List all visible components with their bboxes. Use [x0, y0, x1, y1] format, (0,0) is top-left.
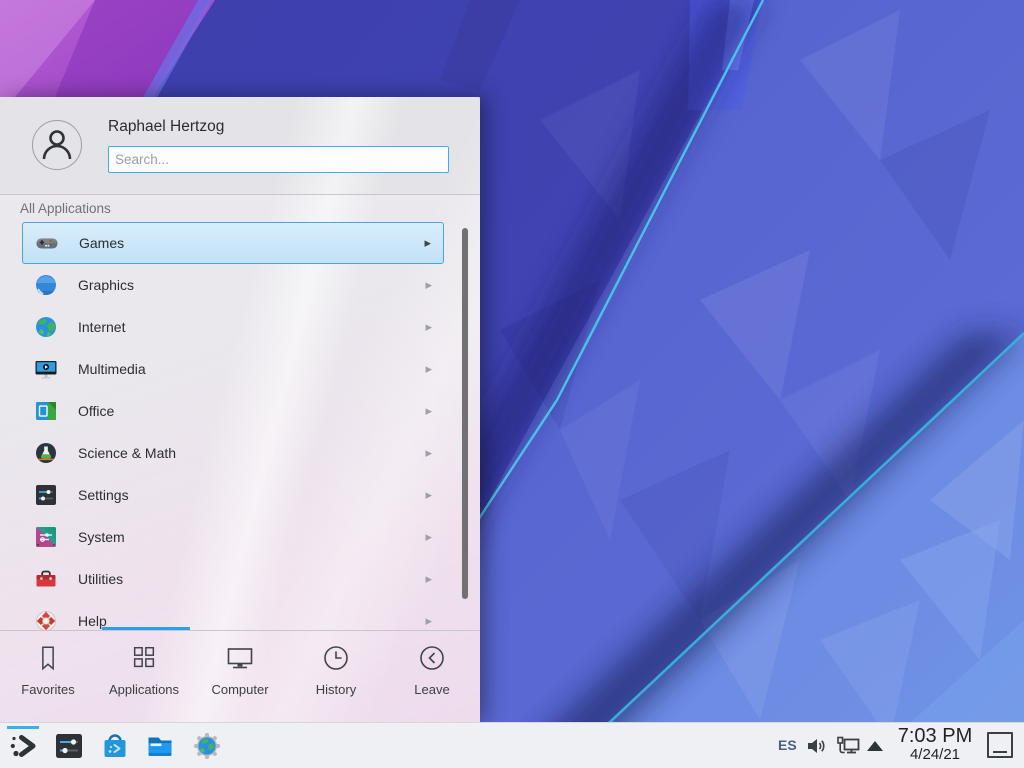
history-icon [321, 643, 351, 673]
science-icon [34, 441, 58, 465]
tab-history[interactable]: History [288, 631, 384, 722]
show-desktop-button[interactable] [987, 732, 1013, 758]
discover-icon[interactable] [100, 731, 130, 761]
utilities-icon [34, 567, 58, 591]
category-utilities[interactable]: Utilities ▸ [22, 558, 444, 600]
internet-icon [34, 315, 58, 339]
show-desktop-glyph [993, 751, 1007, 753]
submenu-arrow-icon: ▸ [425, 319, 432, 335]
category-settings[interactable]: Settings ▸ [22, 474, 444, 516]
web-browser-icon[interactable] [192, 731, 222, 761]
tab-label: Favorites [21, 682, 74, 697]
app-launcher-icon[interactable] [8, 731, 38, 761]
multimedia-icon [34, 357, 58, 381]
submenu-arrow-icon: ▸ [425, 529, 432, 545]
digital-clock[interactable]: 7:03 PM 4/24/21 [885, 725, 985, 764]
category-label: Settings [78, 487, 425, 503]
category-label: Utilities [78, 571, 425, 587]
user-name: Raphael Hertzog [108, 118, 224, 136]
help-icon [34, 609, 58, 630]
taskbar: ES 7:03 PM 4/24/21 [0, 722, 1024, 768]
category-label: Office [78, 403, 425, 419]
applications-icon [130, 643, 158, 673]
search-input[interactable] [108, 146, 449, 173]
tab-computer[interactable]: Computer [192, 631, 288, 722]
tab-applications[interactable]: Applications [96, 631, 192, 722]
tab-favorites[interactable]: Favorites [0, 631, 96, 722]
category-multimedia[interactable]: Multimedia ▸ [22, 348, 444, 390]
leave-icon [417, 643, 447, 673]
category-label: Multimedia [78, 361, 425, 377]
category-label: Internet [78, 319, 425, 335]
submenu-arrow-icon: ▸ [425, 361, 432, 377]
computer-icon [225, 643, 255, 673]
user-icon [33, 121, 81, 169]
category-label: Games [79, 235, 424, 251]
desktop: Raphael Hertzog All Applications Games [0, 0, 1024, 768]
tab-label: Leave [414, 682, 449, 697]
submenu-arrow-icon: ▸ [425, 445, 432, 461]
system-icon [34, 525, 58, 549]
submenu-arrow-icon: ▸ [425, 571, 432, 587]
file-manager-icon[interactable] [145, 731, 175, 761]
category-list: Games ▸ Graphics ▸ [0, 222, 480, 630]
network-icon[interactable] [836, 736, 860, 757]
favorites-icon [34, 643, 62, 673]
clock-time: 7:03 PM [885, 725, 985, 747]
application-launcher-menu: Raphael Hertzog All Applications Games [0, 97, 480, 722]
tab-label: Applications [109, 682, 179, 697]
category-internet[interactable]: Internet ▸ [22, 306, 444, 348]
category-help[interactable]: Help ▸ [22, 600, 444, 630]
category-label: System [78, 529, 425, 545]
user-avatar[interactable] [32, 120, 82, 170]
games-icon [35, 231, 59, 255]
submenu-arrow-icon: ▸ [425, 613, 432, 629]
list-scrollbar[interactable] [462, 228, 468, 599]
submenu-arrow-icon: ▸ [425, 277, 432, 293]
clock-date: 4/24/21 [885, 747, 985, 764]
tab-label: Computer [211, 682, 268, 697]
system-settings-icon[interactable] [54, 731, 84, 761]
header-divider [0, 194, 480, 195]
settings-icon [34, 483, 58, 507]
volume-icon[interactable] [806, 736, 827, 756]
submenu-arrow-icon: ▸ [425, 487, 432, 503]
category-label: Graphics [78, 277, 425, 293]
category-games[interactable]: Games ▸ [22, 222, 444, 264]
tab-label: History [316, 682, 356, 697]
launcher-active-indicator [7, 726, 39, 729]
office-icon [34, 399, 58, 423]
category-science-math[interactable]: Science & Math ▸ [22, 432, 444, 474]
tab-leave[interactable]: Leave [384, 631, 480, 722]
category-graphics[interactable]: Graphics ▸ [22, 264, 444, 306]
expand-tray-icon[interactable] [867, 741, 883, 751]
submenu-arrow-icon: ▸ [424, 235, 431, 251]
category-system[interactable]: System ▸ [22, 516, 444, 558]
graphics-icon [34, 273, 58, 297]
category-office[interactable]: Office ▸ [22, 390, 444, 432]
submenu-arrow-icon: ▸ [425, 403, 432, 419]
category-label: Science & Math [78, 445, 425, 461]
launcher-tab-bar: Favorites Applications Computer [0, 631, 480, 722]
section-label: All Applications [20, 201, 111, 216]
keyboard-layout-indicator[interactable]: ES [778, 737, 797, 753]
